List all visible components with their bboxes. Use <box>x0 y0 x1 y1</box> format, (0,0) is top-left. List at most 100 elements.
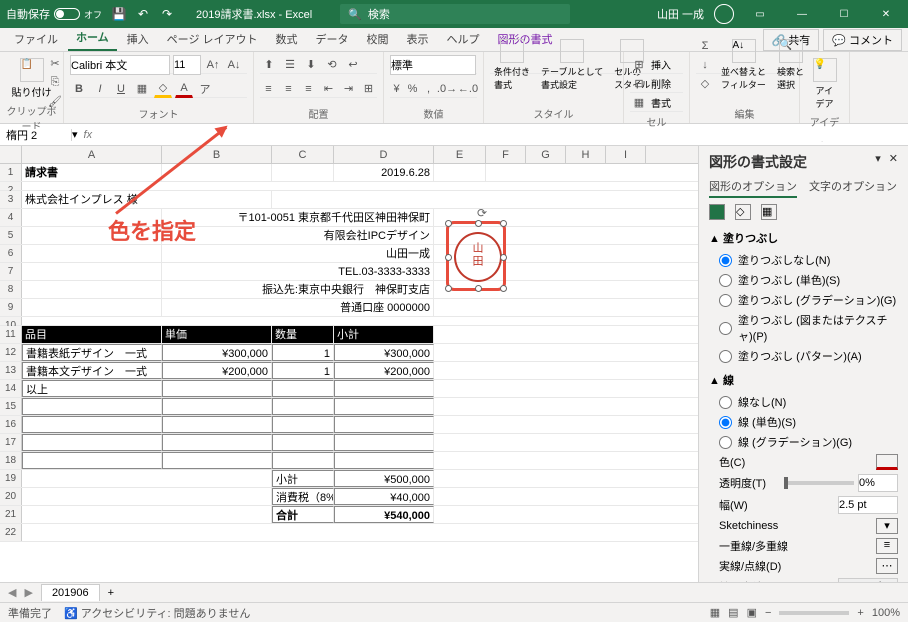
decrease-decimal-icon[interactable]: ←.0 <box>459 80 477 98</box>
line-color-picker[interactable] <box>876 454 898 470</box>
search-box[interactable]: 🔍 検索 <box>340 4 570 24</box>
fill-grad-radio[interactable] <box>719 294 732 307</box>
wrap-text-icon[interactable]: ↩ <box>344 56 362 74</box>
select-all[interactable] <box>0 146 22 163</box>
col-I[interactable]: I <box>606 146 646 163</box>
resize-handle[interactable] <box>475 285 482 292</box>
merge-icon[interactable]: ⊞ <box>360 80 377 98</box>
row-header[interactable]: 1 <box>0 164 22 181</box>
minimize-icon[interactable]: — <box>786 0 818 28</box>
tab-data[interactable]: データ <box>308 27 357 51</box>
zoom-in-icon[interactable]: + <box>857 607 863 619</box>
border-icon[interactable]: ▦ <box>133 80 151 98</box>
fill-pic-radio[interactable] <box>719 322 732 335</box>
compound-dropdown[interactable]: ≡ <box>876 538 898 554</box>
comma-icon[interactable]: , <box>422 80 435 98</box>
tab-review[interactable]: 校閲 <box>359 27 397 51</box>
autosave-toggle[interactable]: 自動保存 オフ <box>6 6 102 22</box>
orientation-icon[interactable]: ⟲ <box>323 56 341 74</box>
transparency-slider[interactable] <box>784 481 854 485</box>
tab-formulas[interactable]: 数式 <box>268 27 306 51</box>
increase-font-icon[interactable]: A↑ <box>204 56 222 74</box>
tab-home[interactable]: ホーム <box>68 25 117 51</box>
conditional-format-button[interactable]: 条件付き 書式 <box>490 37 534 93</box>
col-H[interactable]: H <box>566 146 606 163</box>
comments-button[interactable]: 💬コメント <box>823 29 902 51</box>
close-icon[interactable]: ✕ <box>870 0 902 28</box>
format-cells-icon[interactable]: ▦ <box>630 94 648 112</box>
redo-icon[interactable]: ↷ <box>158 5 176 23</box>
line-section-head[interactable]: ▲ 線 <box>709 372 898 388</box>
align-middle-icon[interactable]: ☰ <box>281 56 299 74</box>
ideas-button[interactable]: 💡アイ デア <box>806 56 843 112</box>
ribbon-display-icon[interactable]: ▭ <box>744 0 776 28</box>
number-format-select[interactable] <box>390 55 476 75</box>
cap-select[interactable]: フラット <box>838 578 898 582</box>
view-pagebreak-icon[interactable]: ▣ <box>747 606 757 619</box>
accessibility-status[interactable]: ♿ アクセシビリティ: 問題ありません <box>64 605 250 621</box>
selected-shape[interactable]: ⟳ 山田 <box>446 221 506 291</box>
resize-handle[interactable] <box>475 220 482 227</box>
fill-patt-radio[interactable] <box>719 350 732 363</box>
increase-decimal-icon[interactable]: .0→ <box>438 80 456 98</box>
line-none-radio[interactable] <box>719 396 732 409</box>
currency-icon[interactable]: ¥ <box>390 80 403 98</box>
zoom-slider[interactable] <box>779 611 849 615</box>
tab-view[interactable]: 表示 <box>399 27 437 51</box>
sort-filter-button[interactable]: A↓並べ替えと フィルター <box>717 37 770 93</box>
phonetic-icon[interactable]: ア <box>196 80 214 98</box>
resize-handle[interactable] <box>500 285 507 292</box>
fill-line-icon[interactable] <box>709 204 725 220</box>
view-pagelayout-icon[interactable]: ▤ <box>728 606 738 619</box>
align-top-icon[interactable]: ⬆ <box>260 56 278 74</box>
decrease-font-icon[interactable]: A↓ <box>225 56 243 74</box>
col-F[interactable]: F <box>486 146 526 163</box>
col-A[interactable]: A <box>22 146 162 163</box>
worksheet-grid[interactable]: A B C D E F G H I 1請求書2019.6.28 2 3株式会社イ… <box>0 146 698 582</box>
dash-dropdown[interactable]: ⋯ <box>876 558 898 574</box>
col-E[interactable]: E <box>434 146 486 163</box>
resize-handle[interactable] <box>445 254 452 261</box>
undo-icon[interactable]: ↶ <box>134 5 152 23</box>
col-D[interactable]: D <box>334 146 434 163</box>
sheet-tab[interactable]: 201906 <box>41 584 100 601</box>
align-bottom-icon[interactable]: ⬇ <box>302 56 320 74</box>
tab-file[interactable]: ファイル <box>6 27 66 51</box>
tab-pagelayout[interactable]: ページ レイアウト <box>159 27 266 51</box>
insert-cells-icon[interactable]: ⊞ <box>630 56 648 74</box>
save-icon[interactable]: 💾 <box>110 5 128 23</box>
maximize-icon[interactable]: ☐ <box>828 0 860 28</box>
zoom-out-icon[interactable]: − <box>765 607 771 619</box>
width-input[interactable] <box>838 496 898 514</box>
font-name-input[interactable] <box>70 55 170 75</box>
align-left-icon[interactable]: ≡ <box>260 80 277 98</box>
sheet-nav-prev-icon[interactable]: ◀ <box>8 586 16 599</box>
text-options-tab[interactable]: 文字のオプション <box>809 178 897 198</box>
resize-handle[interactable] <box>500 254 507 261</box>
fill-solid-radio[interactable] <box>719 274 732 287</box>
font-color-icon[interactable]: A <box>175 80 193 98</box>
sketch-dropdown[interactable]: ▾ <box>876 518 898 534</box>
fx-icon[interactable]: fx <box>78 129 99 141</box>
copy-icon[interactable]: ⎘ <box>46 73 64 91</box>
col-C[interactable]: C <box>272 146 334 163</box>
transparency-input[interactable] <box>858 474 898 492</box>
avatar[interactable] <box>714 4 734 24</box>
add-sheet-icon[interactable]: + <box>108 587 114 599</box>
fill-icon[interactable]: ↓ <box>696 56 714 74</box>
bold-button[interactable]: B <box>70 80 88 98</box>
align-center-icon[interactable]: ≡ <box>280 80 297 98</box>
size-icon[interactable]: ▦ <box>761 204 777 220</box>
tab-insert[interactable]: 挿入 <box>119 27 157 51</box>
effects-icon[interactable]: ◇ <box>735 204 751 220</box>
clear-icon[interactable]: ◇ <box>696 75 714 93</box>
line-solid-radio[interactable] <box>719 416 732 429</box>
cut-icon[interactable]: ✂ <box>46 54 64 72</box>
percent-icon[interactable]: % <box>406 80 419 98</box>
tab-help[interactable]: ヘルプ <box>439 27 488 51</box>
pane-close-icon[interactable]: ✕ <box>889 152 898 172</box>
delete-cells-icon[interactable]: ⊟ <box>630 75 648 93</box>
sheet-nav-next-icon[interactable]: ▶ <box>24 586 32 599</box>
indent-decrease-icon[interactable]: ⇤ <box>320 80 337 98</box>
align-right-icon[interactable]: ≡ <box>300 80 317 98</box>
